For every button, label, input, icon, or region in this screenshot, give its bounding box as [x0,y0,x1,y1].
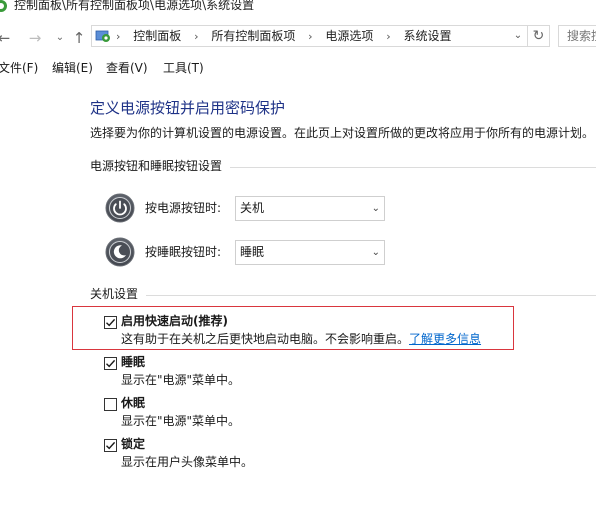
refresh-icon: ↻ [532,28,545,44]
select-value: 睡眠 [240,245,265,259]
recent-locations-button[interactable]: ⌄ [51,29,69,47]
menu-tools[interactable]: 工具(T) [163,58,204,78]
sleep-description: 显示在"电源"菜单中。 [121,373,241,387]
hibernate-checkbox[interactable] [104,398,117,411]
section-heading-buttons: 电源按钮和睡眠按钮设置 [90,159,223,173]
breadcrumb-item[interactable]: 所有控制面板项 [211,29,295,43]
checkmark-icon [106,359,116,368]
sleep-checkbox[interactable] [104,357,117,370]
page-title: 定义电源按钮并启用密码保护 [90,99,286,117]
checkmark-icon [106,318,116,327]
hibernate-title[interactable]: 休眠 [121,395,145,411]
hibernate-description: 显示在"电源"菜单中。 [121,414,241,428]
breadcrumb-item[interactable]: 电源选项 [325,29,373,43]
menu-edit[interactable]: 编辑(E) [52,58,93,78]
sleep-button-action-select[interactable]: 睡眠 ⌄ [235,240,385,265]
fast-startup-description: 这有助于在关机之后更快地启动电脑。不会影响重启。了解更多信息 [121,331,481,347]
control-panel-window: 控制面板\所有控制面板项\电源选项\系统设置 ← → ⌄ ↑ › 控制面板 › … [0,0,596,524]
power-button-action-select[interactable]: 关机 ⌄ [235,196,385,221]
lock-checkbox[interactable] [104,439,117,452]
refresh-button[interactable]: ↻ [528,25,550,47]
menu-file[interactable]: 文件(F) [0,58,38,78]
address-bar[interactable]: › 控制面板 › 所有控制面板项 › 电源选项 › 系统设置 ⌄ [91,25,528,47]
menu-view[interactable]: 查看(V) [106,58,148,78]
control-panel-icon [0,0,8,12]
arrow-left-icon: ← [0,29,11,47]
page-description: 选择要为你的计算机设置的电源设置。在此页上对设置所做的更改将应用于你所有的电源计… [90,126,595,140]
arrow-up-icon: ↑ [72,29,86,47]
power-button-icon [105,193,135,223]
sleep-button-label: 按睡眠按钮时: [145,245,222,259]
forward-button[interactable]: → [26,29,44,47]
address-dropdown-button[interactable]: ⌄ [511,26,525,46]
fast-startup-desc-text: 这有助于在关机之后更快地启动电脑。不会影响重启。 [121,332,410,346]
search-placeholder: 搜索控制 [567,29,596,43]
breadcrumb-item[interactable]: 系统设置 [403,29,451,43]
fast-startup-checkbox[interactable] [104,316,117,329]
sleep-title[interactable]: 睡眠 [121,354,145,370]
chevron-right-icon[interactable]: › [194,30,198,43]
sleep-button-icon [105,237,135,267]
breadcrumb: › 控制面板 › 所有控制面板项 › 电源选项 › 系统设置 [114,26,451,46]
lock-title[interactable]: 锁定 [121,436,145,452]
power-button-label: 按电源按钮时: [145,201,222,215]
chevron-down-icon: ⌄ [55,32,65,43]
control-panel-icon [95,28,111,44]
up-button[interactable]: ↑ [70,29,88,47]
section-heading-shutdown: 关机设置 [90,287,139,301]
title-bar: 控制面板\所有控制面板项\电源选项\系统设置 [0,0,596,14]
back-button[interactable]: ← [0,29,13,47]
chevron-right-icon[interactable]: › [308,30,312,43]
select-value: 关机 [240,201,265,215]
section-divider [146,295,596,296]
chevron-down-icon: ⌄ [371,247,380,258]
window-title: 控制面板\所有控制面板项\电源选项\系统设置 [14,0,255,12]
section-divider [230,167,596,168]
search-input[interactable]: 搜索控制 [558,25,596,47]
chevron-down-icon: ⌄ [371,203,380,214]
fast-startup-title[interactable]: 启用快速启动(推荐) [121,313,228,329]
checkmark-icon [106,441,116,450]
chevron-right-icon: › [116,30,121,43]
breadcrumb-item[interactable]: 控制面板 [133,29,181,43]
arrow-right-icon: → [28,29,42,47]
lock-description: 显示在用户头像菜单中。 [121,455,254,469]
chevron-down-icon: ⌄ [513,30,523,41]
chevron-right-icon[interactable]: › [386,30,390,43]
learn-more-link[interactable]: 了解更多信息 [409,332,481,346]
